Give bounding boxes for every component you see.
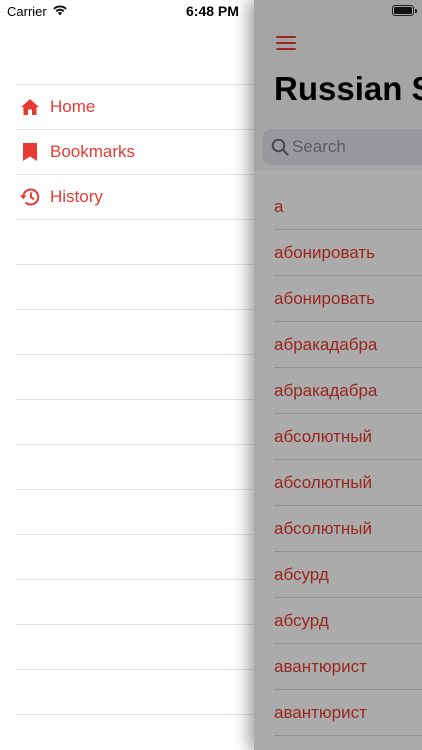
- search-input[interactable]: Search: [262, 129, 422, 165]
- menu-empty-row: [16, 445, 254, 490]
- word-label: авантюрист: [274, 702, 367, 722]
- word-label: абонировать: [274, 288, 376, 308]
- menu-empty-row: [16, 220, 254, 265]
- menu-item-history[interactable]: History: [16, 175, 254, 220]
- list-item[interactable]: абракадабра: [274, 322, 422, 368]
- word-label: абсурд: [274, 564, 329, 584]
- main-panel[interactable]: Russian S Search а абонировать абонирова…: [254, 0, 422, 750]
- list-item[interactable]: абракадабра: [274, 368, 422, 414]
- word-label: абонировать: [274, 242, 376, 262]
- word-label: авантюрист: [274, 656, 367, 676]
- word-label: абракадабра: [274, 380, 378, 400]
- list-item[interactable]: абсурд: [274, 598, 422, 644]
- carrier-label: Carrier: [7, 4, 47, 19]
- page-title: Russian S: [274, 70, 422, 107]
- list-item[interactable]: абонировать: [274, 230, 422, 276]
- search-placeholder: Search: [292, 137, 346, 156]
- clock-label: 6:48 PM: [186, 3, 239, 19]
- list-item[interactable]: абсолютный: [274, 460, 422, 506]
- menu-empty-row: [16, 400, 254, 445]
- search-icon: [271, 138, 289, 161]
- word-label: абсурд: [274, 610, 329, 630]
- menu-item-home[interactable]: Home: [16, 85, 254, 130]
- list-item[interactable]: абсолютный: [274, 414, 422, 460]
- menu-empty-row: [16, 670, 254, 715]
- list-item[interactable]: абонировать: [274, 276, 422, 322]
- menu-item-label: History: [50, 187, 103, 206]
- word-label: абсолютный: [274, 518, 372, 538]
- menu-item-bookmarks[interactable]: Bookmarks: [16, 130, 254, 175]
- menu-empty-row: [16, 625, 254, 670]
- menu-empty-row: [16, 490, 254, 535]
- home-icon: [18, 95, 42, 119]
- bookmark-icon: [18, 140, 42, 164]
- status-bar: Carrier 6:48 PM: [0, 0, 422, 24]
- battery-icon: [392, 5, 417, 16]
- list-item[interactable]: абсолютный: [274, 506, 422, 552]
- hamburger-menu-icon[interactable]: [276, 36, 296, 50]
- menu-empty-row: [16, 535, 254, 580]
- side-menu: Home Bookmarks History: [0, 0, 254, 750]
- list-item[interactable]: а: [274, 184, 422, 230]
- menu-list: Home Bookmarks History: [16, 84, 254, 715]
- wifi-icon: [52, 3, 68, 21]
- history-icon: [18, 185, 42, 209]
- menu-item-label: Home: [50, 97, 96, 116]
- list-item[interactable]: абсурд: [274, 552, 422, 598]
- word-label: абракадабра: [274, 334, 378, 354]
- word-label: абсолютный: [274, 472, 372, 492]
- word-label: абсолютный: [274, 426, 372, 446]
- word-label: а: [274, 196, 284, 216]
- menu-empty-row: [16, 310, 254, 355]
- menu-item-label: Bookmarks: [50, 142, 136, 161]
- menu-empty-row: [16, 355, 254, 400]
- word-list: а абонировать абонировать абракадабра аб…: [274, 184, 422, 736]
- list-item[interactable]: авантюрист: [274, 644, 422, 690]
- menu-empty-row: [16, 580, 254, 625]
- list-item[interactable]: авантюрист: [274, 690, 422, 736]
- menu-empty-row: [16, 265, 254, 310]
